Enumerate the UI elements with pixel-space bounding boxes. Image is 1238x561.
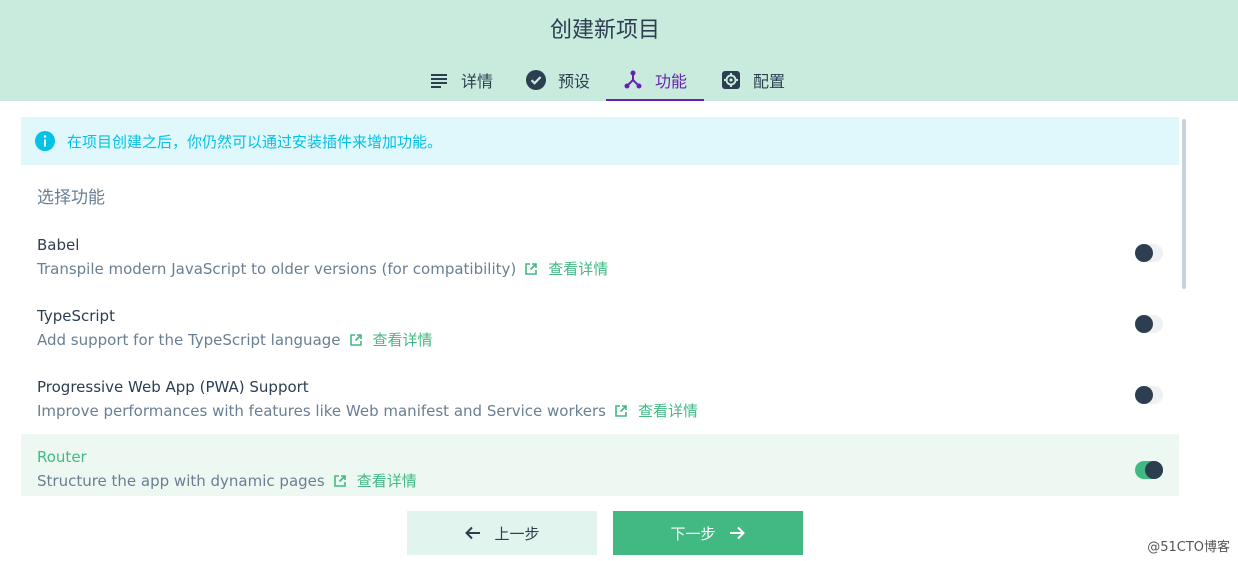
- scrollbar[interactable]: [1182, 119, 1186, 289]
- feature-list-panel: 在项目创建之后，你仍然可以通过安装插件来增加功能。 选择功能 Babel Tra…: [0, 101, 1238, 496]
- arrow-right-icon: [729, 526, 745, 540]
- feature-name: Babel: [37, 236, 80, 254]
- toggle-knob: [1135, 386, 1153, 404]
- toggle-knob: [1135, 315, 1153, 333]
- feature-toggle[interactable]: [1135, 315, 1163, 333]
- external-link-icon: [333, 474, 346, 487]
- tab-label: 配置: [752, 71, 785, 91]
- feature-item-babel[interactable]: Babel Transpile modern JavaScript to old…: [21, 232, 1179, 294]
- info-banner: 在项目创建之后，你仍然可以通过安装插件来增加功能。: [21, 117, 1179, 165]
- tab-label: 功能: [654, 71, 687, 91]
- feature-name: Router: [37, 448, 87, 466]
- feature-description: Add support for the TypeScript language: [37, 330, 341, 349]
- section-title: 选择功能: [37, 188, 105, 208]
- feature-item-router[interactable]: Router Structure the app with dynamic pa…: [21, 434, 1179, 496]
- tab-presets[interactable]: 预设: [510, 58, 606, 101]
- external-link-icon: [349, 333, 362, 346]
- toggle-knob: [1135, 244, 1153, 262]
- feature-name: Progressive Web App (PWA) Support: [37, 378, 309, 396]
- tab-features[interactable]: 功能: [606, 58, 704, 101]
- feature-toggle[interactable]: [1135, 386, 1163, 404]
- info-text: 在项目创建之后，你仍然可以通过安装插件来增加功能。: [67, 132, 443, 151]
- external-link-icon: [525, 262, 538, 275]
- feature-description: Structure the app with dynamic pages: [37, 471, 325, 490]
- settings-icon: [721, 70, 740, 89]
- more-info-label: 查看详情: [372, 331, 433, 349]
- more-info-label: 查看详情: [638, 402, 699, 420]
- tab-label: 详情: [460, 71, 493, 91]
- toggle-knob: [1145, 461, 1163, 479]
- previous-label: 上一步: [494, 524, 540, 543]
- feature-toggle[interactable]: [1135, 244, 1163, 262]
- feature-item-typescript[interactable]: TypeScript Add support for the TypeScrip…: [21, 303, 1179, 365]
- list-icon: [430, 73, 447, 88]
- more-info-link[interactable]: 查看详情: [333, 470, 417, 491]
- more-info-link[interactable]: 查看详情: [349, 329, 433, 350]
- feature-description: Transpile modern JavaScript to older ver…: [37, 259, 517, 278]
- next-button[interactable]: 下一步: [613, 511, 803, 555]
- more-info-label: 查看详情: [548, 260, 609, 278]
- tab-config[interactable]: 配置: [704, 58, 802, 101]
- fork-icon: [624, 70, 642, 88]
- feature-item-pwa[interactable]: Progressive Web App (PWA) Support Improv…: [21, 374, 1179, 436]
- header: 创建新项目 详情 预设 功能 配置: [0, 0, 1238, 101]
- next-label: 下一步: [670, 524, 716, 543]
- page-title: 创建新项目: [549, 18, 660, 43]
- info-icon: [35, 131, 55, 151]
- more-info-link[interactable]: 查看详情: [614, 400, 698, 421]
- feature-description: Improve performances with features like …: [37, 401, 606, 420]
- previous-button[interactable]: 上一步: [407, 511, 597, 555]
- feature-toggle[interactable]: [1135, 461, 1163, 479]
- more-info-label: 查看详情: [356, 472, 417, 490]
- check-circle-icon: [525, 69, 546, 90]
- tab-details[interactable]: 详情: [412, 58, 510, 101]
- tab-label: 预设: [557, 71, 590, 91]
- feature-name: TypeScript: [37, 307, 115, 325]
- watermark: @51CTO博客: [1147, 540, 1230, 555]
- more-info-link[interactable]: 查看详情: [524, 258, 608, 279]
- arrow-left-icon: [465, 526, 481, 540]
- tab-bar: 详情 预设 功能 配置: [412, 58, 802, 101]
- external-link-icon: [615, 404, 627, 417]
